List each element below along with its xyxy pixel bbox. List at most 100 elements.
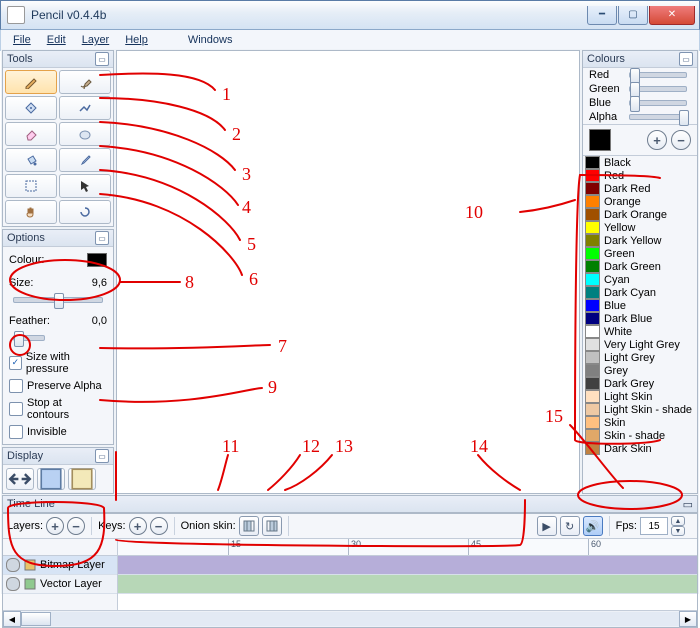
sound-button[interactable]: 🔊: [583, 516, 603, 536]
play-button[interactable]: ▶: [537, 516, 557, 536]
palette-item[interactable]: Light Skin - shade: [583, 403, 697, 416]
visibility-toggle-icon[interactable]: [6, 577, 20, 591]
colours-undock-icon[interactable]: ▭: [679, 52, 693, 66]
pen-tool[interactable]: [5, 96, 57, 120]
layer-row[interactable]: Vector Layer: [3, 575, 117, 594]
red-slider[interactable]: [629, 72, 687, 78]
palette-item[interactable]: Dark Blue: [583, 312, 697, 325]
onion-next-button[interactable]: [262, 516, 282, 536]
timeline-track[interactable]: [118, 556, 697, 575]
minimize-button[interactable]: ━: [587, 6, 617, 25]
feather-slider[interactable]: [13, 335, 45, 341]
palette-item[interactable]: Grey: [583, 364, 697, 377]
menu-help[interactable]: Help: [117, 32, 156, 48]
palette-swatch: [585, 312, 600, 325]
timeline-ruler[interactable]: 15304560: [118, 539, 697, 556]
brush-tool[interactable]: [59, 70, 111, 94]
remove-key-button[interactable]: −: [150, 517, 168, 535]
display-toggle-b[interactable]: [68, 468, 96, 490]
menu-windows[interactable]: Windows: [180, 32, 241, 48]
pencil-tool[interactable]: [5, 70, 57, 94]
palette-swatch: [585, 325, 600, 338]
eraser-tool[interactable]: [5, 122, 57, 146]
menu-layer[interactable]: Layer: [74, 32, 118, 48]
timeline-track[interactable]: [118, 575, 697, 594]
menu-edit[interactable]: Edit: [39, 32, 74, 48]
add-colour-button[interactable]: +: [647, 130, 667, 150]
palette-item[interactable]: Dark Skin: [583, 442, 697, 455]
palette-item[interactable]: Black: [583, 156, 697, 169]
palette-item[interactable]: Skin: [583, 416, 697, 429]
timeline-hscroll[interactable]: ◀ ▶: [3, 610, 697, 627]
timeline-undock-icon[interactable]: ▭: [683, 498, 693, 511]
hscroll-right-button[interactable]: ▶: [679, 611, 697, 627]
size-value: 9,6: [92, 277, 107, 289]
display-undock-icon[interactable]: ▭: [95, 449, 109, 463]
remove-colour-button[interactable]: −: [671, 130, 691, 150]
move-tool[interactable]: [59, 174, 111, 198]
palette-item[interactable]: Cyan: [583, 273, 697, 286]
hscroll-left-button[interactable]: ◀: [3, 611, 21, 627]
palette-item[interactable]: Very Light Grey: [583, 338, 697, 351]
palette-item[interactable]: Skin - shade: [583, 429, 697, 442]
palette-item[interactable]: Yellow: [583, 221, 697, 234]
preserve-checkbox[interactable]: [9, 379, 23, 393]
palette-item[interactable]: Red: [583, 169, 697, 182]
drawing-canvas[interactable]: [116, 50, 580, 494]
select-tool[interactable]: [5, 174, 57, 198]
tools-undock-icon[interactable]: ▭: [95, 52, 109, 66]
visibility-toggle-icon[interactable]: [6, 558, 20, 572]
alpha-slider[interactable]: [629, 114, 687, 120]
fps-input[interactable]: [640, 517, 668, 535]
palette-item[interactable]: Light Grey: [583, 351, 697, 364]
palette-item[interactable]: Dark Yellow: [583, 234, 697, 247]
contours-checkbox[interactable]: [9, 402, 23, 416]
polyline-icon: [78, 101, 92, 115]
layer-row[interactable]: Bitmap Layer: [3, 556, 117, 575]
palette-name: Cyan: [604, 274, 630, 286]
palette-name: Dark Grey: [604, 378, 654, 390]
mirror-button[interactable]: [6, 468, 34, 490]
menu-file[interactable]: File: [5, 32, 39, 48]
onion-prev-button[interactable]: [239, 516, 259, 536]
fps-up-button[interactable]: ▲: [671, 516, 685, 526]
blue-slider[interactable]: [629, 100, 687, 106]
ruler-tick: 30: [348, 539, 361, 555]
palette-item[interactable]: Orange: [583, 195, 697, 208]
hscroll-thumb[interactable]: [21, 612, 51, 626]
palette-item[interactable]: Light Skin: [583, 390, 697, 403]
green-slider[interactable]: [629, 86, 687, 92]
palette-item[interactable]: Dark Orange: [583, 208, 697, 221]
remove-layer-button[interactable]: −: [67, 517, 85, 535]
palette-item[interactable]: White: [583, 325, 697, 338]
palette-item[interactable]: Blue: [583, 299, 697, 312]
palette-swatch: [585, 221, 600, 234]
maximize-button[interactable]: ▢: [618, 6, 648, 25]
options-undock-icon[interactable]: ▭: [95, 231, 109, 245]
palette-item[interactable]: Dark Cyan: [583, 286, 697, 299]
eyedropper-tool[interactable]: [59, 148, 111, 172]
palette-item[interactable]: Green: [583, 247, 697, 260]
fps-down-button[interactable]: ▼: [671, 526, 685, 536]
bucket-tool[interactable]: [5, 148, 57, 172]
close-button[interactable]: ✕: [649, 6, 695, 25]
palette-item[interactable]: Dark Red: [583, 182, 697, 195]
loop-button[interactable]: ↻: [560, 516, 580, 536]
polyline-tool[interactable]: [59, 96, 111, 120]
hand-tool[interactable]: [5, 200, 57, 224]
smudge-tool[interactable]: [59, 122, 111, 146]
add-key-button[interactable]: +: [129, 517, 147, 535]
palette-swatch: [585, 273, 600, 286]
add-layer-button[interactable]: +: [46, 517, 64, 535]
pressure-checkbox[interactable]: ✓: [9, 356, 22, 370]
current-colour-swatch[interactable]: [589, 129, 611, 151]
zoom-tool[interactable]: [59, 200, 111, 224]
display-toggle-a[interactable]: [37, 468, 65, 490]
colours-title: Colours: [587, 53, 625, 65]
palette-item[interactable]: Dark Green: [583, 260, 697, 273]
colour-swatch[interactable]: [87, 253, 107, 267]
palette-item[interactable]: Dark Grey: [583, 377, 697, 390]
invisible-checkbox[interactable]: [9, 425, 23, 439]
size-slider[interactable]: [13, 297, 103, 303]
palette-swatch: [585, 208, 600, 221]
